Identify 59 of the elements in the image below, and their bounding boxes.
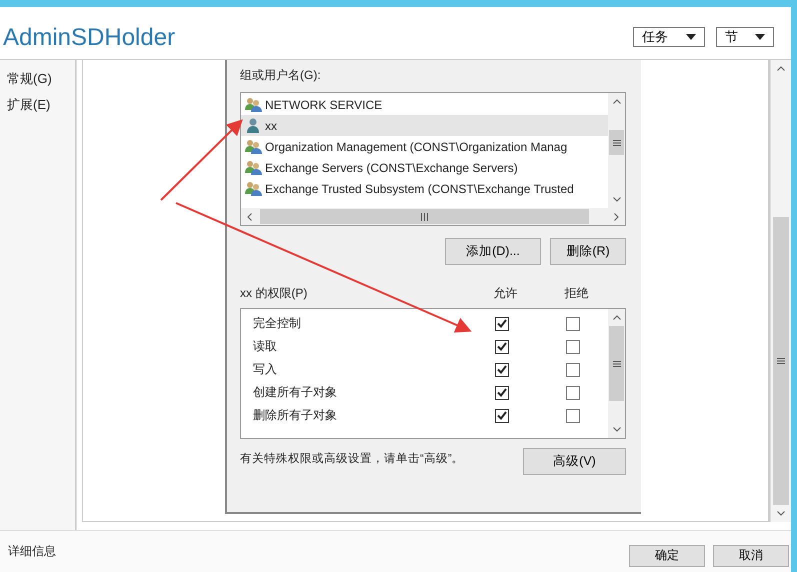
user-icon xyxy=(245,118,262,133)
group-icon xyxy=(245,97,262,112)
allow-header: 允许 xyxy=(492,285,518,302)
permission-name: 完全控制 xyxy=(252,315,302,332)
scrollbar[interactable] xyxy=(770,60,791,522)
dropdown[interactable]: 节 xyxy=(716,27,774,47)
add-button[interactable]: 添加(D)... xyxy=(445,238,541,265)
group-icon xyxy=(245,160,262,175)
remove-button[interactable]: 删除(R) xyxy=(550,238,626,265)
sidebar-item[interactable]: 扩展(E) xyxy=(7,96,75,114)
chevron-down-icon[interactable] xyxy=(612,427,620,432)
deny-checkbox[interactable] xyxy=(566,340,580,354)
window-title: AdminSDHolder xyxy=(3,24,176,52)
group-icon xyxy=(245,139,262,154)
dialog-button[interactable]: 取消 xyxy=(713,544,789,566)
allow-checkbox[interactable] xyxy=(494,362,508,376)
scrollbar[interactable] xyxy=(608,309,625,438)
deny-header: 拒绝 xyxy=(564,285,590,302)
horizontal-scrollbar[interactable] xyxy=(241,208,625,225)
chevron-right-icon[interactable] xyxy=(614,212,619,220)
sidebar-item[interactable]: 常规(G) xyxy=(7,70,75,88)
group-label: 组或用户名(G): xyxy=(240,67,322,84)
advanced-note: 有关特殊权限或高级设置，请单击“高级”。 xyxy=(240,451,464,466)
deny-checkbox[interactable] xyxy=(566,316,580,330)
allow-checkbox[interactable] xyxy=(494,386,508,400)
advanced-button[interactable]: 高级(V) xyxy=(523,448,626,475)
chevron-up-icon[interactable] xyxy=(612,99,620,104)
chevron-down-icon[interactable] xyxy=(777,511,785,516)
chevron-down-icon[interactable] xyxy=(612,197,620,202)
principal-item[interactable]: xx xyxy=(241,115,608,136)
chevron-up-icon[interactable] xyxy=(612,315,620,320)
deny-checkbox[interactable] xyxy=(566,362,580,376)
principal-item[interactable]: Exchange Trusted Subsystem (CONST\Exchange Trusted xyxy=(241,178,608,199)
permission-name: 写入 xyxy=(252,361,278,378)
principal-item[interactable]: Exchange Servers (CONST\Exchange Servers) xyxy=(241,157,608,178)
allow-checkbox[interactable] xyxy=(494,340,508,354)
details-label: 详细信息 xyxy=(8,543,56,560)
grip-icon xyxy=(421,212,428,220)
permission-name: 删除所有子对象 xyxy=(252,407,338,424)
chevron-up-icon[interactable] xyxy=(777,66,785,71)
deny-checkbox[interactable] xyxy=(566,408,580,422)
principal-item[interactable]: Organization Management (CONST\Organization Manag xyxy=(241,136,608,157)
permissions-label: xx 的权限(P) xyxy=(240,285,308,302)
grip-icon xyxy=(612,140,620,146)
group-icon xyxy=(245,181,262,196)
permission-name: 读取 xyxy=(252,338,278,355)
caret-icon xyxy=(755,34,765,40)
dialog-button[interactable]: 确定 xyxy=(629,544,705,566)
permission-name: 创建所有子对象 xyxy=(252,384,338,401)
grip-icon xyxy=(612,360,620,366)
allow-checkbox[interactable] xyxy=(494,316,508,330)
scrollbar[interactable] xyxy=(608,93,625,208)
principal-item[interactable]: NETWORK SERVICE xyxy=(241,94,608,115)
chevron-left-icon[interactable] xyxy=(247,212,252,220)
grip-icon xyxy=(777,358,785,364)
allow-checkbox[interactable] xyxy=(494,408,508,422)
dropdown[interactable]: 任务 xyxy=(633,27,705,47)
deny-checkbox[interactable] xyxy=(566,386,580,400)
caret-icon xyxy=(686,34,696,40)
